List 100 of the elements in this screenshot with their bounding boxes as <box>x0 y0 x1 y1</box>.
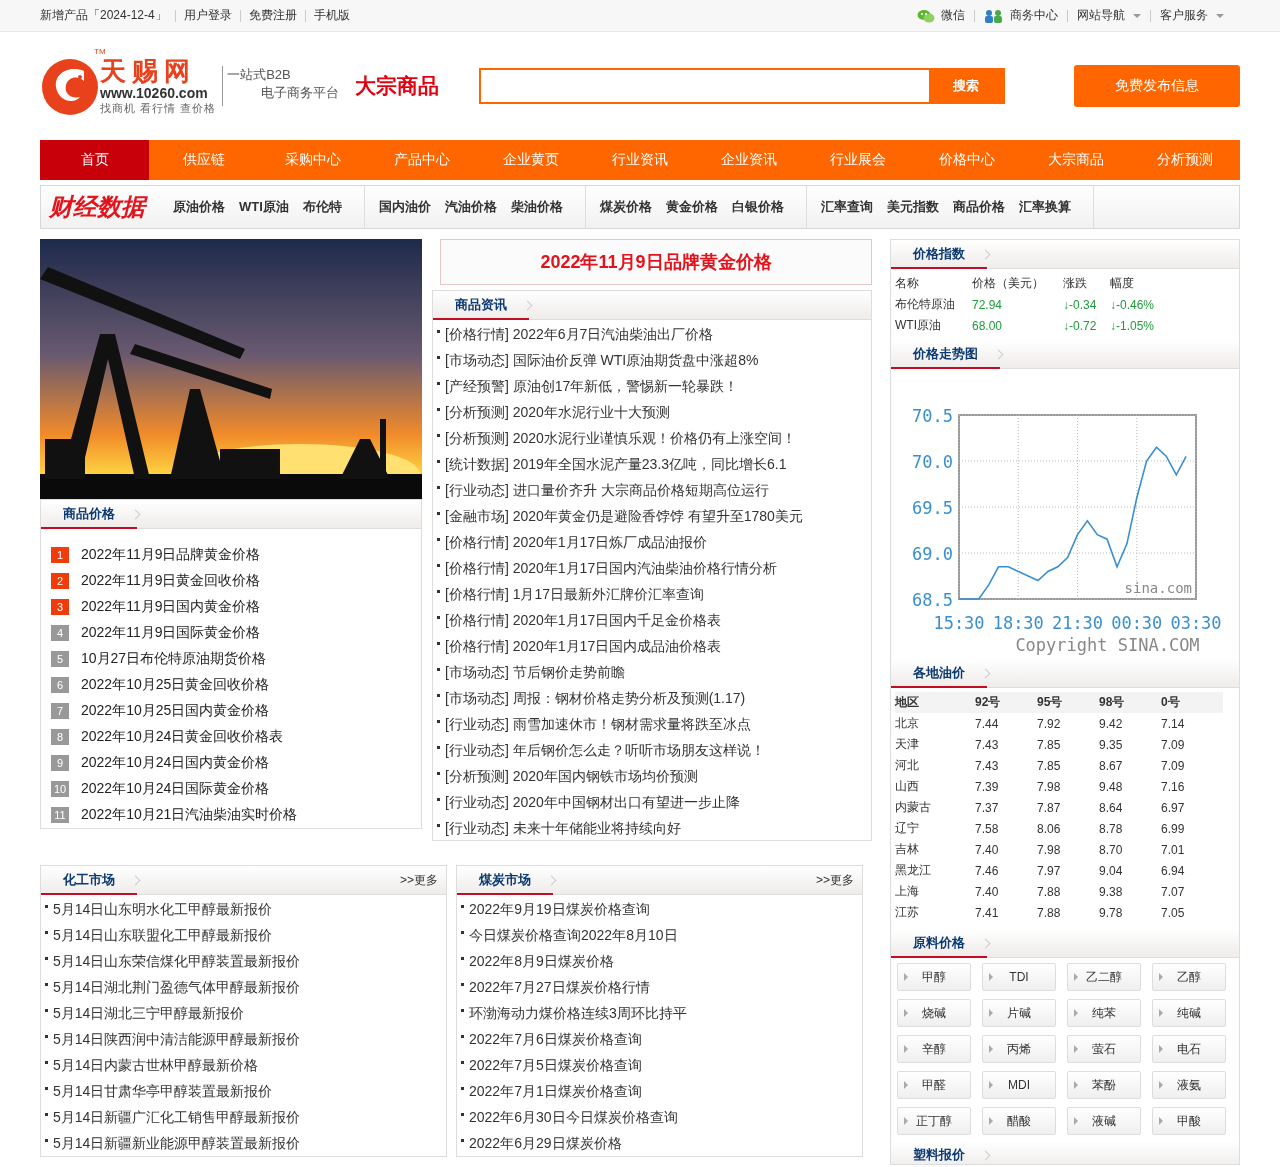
bullet-icon <box>437 824 440 827</box>
finance-link[interactable]: 黄金价格 <box>665 198 718 216</box>
news-link[interactable]: 5月14日湖北三宁甲醇最新报价 <box>53 1005 245 1023</box>
bullet-icon <box>461 1035 464 1038</box>
news-link[interactable]: [分析预测] 2020年水泥行业十大预测 <box>445 404 670 422</box>
top-link[interactable]: 新增产品「2024-12-4」 <box>40 7 167 24</box>
price-link[interactable]: 2022年10月21日汽油柴油实时价格 <box>81 806 298 824</box>
top-link[interactable]: 网站导航 <box>1077 7 1125 24</box>
finance-link[interactable]: 布伦特 <box>302 198 342 216</box>
news-link[interactable]: [行业动态] 雨雪加速休市！钢材需求量将跌至冰点 <box>445 716 751 734</box>
news-link[interactable]: [行业动态] 进口量价齐升 大宗商品价格短期高位运行 <box>445 482 769 500</box>
material-button[interactable]: 片碱 <box>982 999 1056 1027</box>
news-link[interactable]: [价格行情] 2022年6月7日汽油柴油出厂价格 <box>445 326 714 344</box>
price-link[interactable]: 2022年11月9日国内黄金价格 <box>81 598 261 616</box>
news-link[interactable]: 5月14日内蒙古世林甲醇最新价格 <box>53 1057 259 1075</box>
material-button[interactable]: 正丁醇 <box>897 1107 971 1135</box>
material-button[interactable]: 甲醛 <box>897 1071 971 1099</box>
news-link[interactable]: [价格行情] 2020年1月17日国内汽油柴油价格行情分析 <box>445 560 778 578</box>
price-link[interactable]: 2022年11月9日黄金回收价格 <box>81 572 261 590</box>
news-link[interactable]: 5月14日甘肃华亭甲醇装置最新报价 <box>53 1083 273 1101</box>
price-link[interactable]: 10月27日布伦特原油期货价格 <box>81 650 267 668</box>
news-link[interactable]: [市场动态] 周报：钢材价格走势分析及预测(1.17) <box>445 690 746 708</box>
finance-link[interactable]: 汽油价格 <box>444 198 497 216</box>
finance-link[interactable]: 煤炭价格 <box>599 198 652 216</box>
price-link[interactable]: 2022年10月25日黄金回收价格 <box>81 676 270 694</box>
material-button[interactable]: 纯碱 <box>1152 999 1226 1027</box>
finance-link[interactable]: 国内油价 <box>378 198 431 216</box>
top-link[interactable]: 商务中心 <box>1010 7 1058 24</box>
material-button[interactable]: 辛醇 <box>897 1035 971 1063</box>
news-link[interactable]: [产经预警] 原油创17年新低，警惕新一轮暴跌！ <box>445 378 739 396</box>
news-link[interactable]: 5月14日新疆广汇化工销售甲醇最新报价 <box>53 1109 301 1127</box>
top-link[interactable]: 用户登录 <box>183 7 232 24</box>
news-link[interactable]: 2022年7月1日煤炭价格查询 <box>469 1083 642 1101</box>
news-link[interactable]: [市场动态] 国际油价反弹 WTI原油期货盘中涨超8% <box>445 352 759 370</box>
material-button[interactable]: 纯苯 <box>1067 999 1141 1027</box>
news-link[interactable]: 5月14日新疆新业能源甲醇装置最新报价 <box>53 1135 301 1153</box>
more-link[interactable]: >>更多 <box>400 871 446 889</box>
news-link[interactable]: 今日煤炭价格查询2022年8月10日 <box>469 927 678 945</box>
news-link[interactable]: 5月14日山东明水化工甲醇最新报价 <box>53 901 273 919</box>
news-link[interactable]: 5月14日陕西润中清洁能源甲醇最新报价 <box>53 1031 301 1049</box>
finance-link[interactable]: 原油价格 <box>173 198 225 216</box>
news-link[interactable]: [分析预测] 2020水泥行业谨慎乐观！价格仍有上涨空间！ <box>445 430 796 448</box>
top-link[interactable]: 微信 <box>941 7 965 24</box>
news-link[interactable]: 5月14日山东荣信煤化甲醇装置最新报价 <box>53 953 301 971</box>
news-link[interactable]: 2022年6月30日今日煤炭价格查询 <box>469 1109 678 1127</box>
top-link[interactable]: 客户服务 <box>1160 7 1208 24</box>
material-button[interactable]: 液碱 <box>1067 1107 1141 1135</box>
more-link[interactable]: >>更多 <box>816 871 862 889</box>
headline-link[interactable]: 2022年11月9日品牌黄金价格 <box>540 250 772 274</box>
finance-link[interactable]: 商品价格 <box>952 198 1005 216</box>
material-button[interactable]: 丙烯 <box>982 1035 1056 1063</box>
finance-link[interactable]: 美元指数 <box>886 198 939 216</box>
material-button[interactable]: 乙醇 <box>1152 963 1226 991</box>
news-link[interactable]: [市场动态] 节后钢价走势前瞻 <box>445 664 625 682</box>
news-link[interactable]: 2022年6月29日煤炭价格 <box>469 1135 622 1153</box>
material-button[interactable]: 萤石 <box>1067 1035 1141 1063</box>
news-link[interactable]: 2022年9月19日煤炭价格查询 <box>469 901 650 919</box>
material-button[interactable]: 甲醇 <box>897 963 971 991</box>
price-link[interactable]: 2022年11月9日品牌黄金价格 <box>81 546 261 564</box>
material-button[interactable]: MDI <box>982 1071 1056 1099</box>
news-link[interactable]: [行业动态] 年后钢价怎么走？听听市场朋友这样说！ <box>445 742 765 760</box>
material-button[interactable]: 烧碱 <box>897 999 971 1027</box>
news-link[interactable]: [行业动态] 未来十年储能业将持续向好 <box>445 820 681 838</box>
material-button[interactable]: TDI <box>982 963 1056 991</box>
price-link[interactable]: 2022年10月25日国内黄金价格 <box>81 702 270 720</box>
news-link[interactable]: [统计数据] 2019年全国水泥产量23.3亿吨，同比增长6.1 <box>445 456 787 474</box>
nav-tab[interactable]: 首页 <box>40 140 150 180</box>
price-link[interactable]: 2022年10月24日国际黄金价格 <box>81 780 270 798</box>
finance-link[interactable]: 柴油价格 <box>510 198 563 216</box>
material-button[interactable]: 液氨 <box>1152 1071 1226 1099</box>
top-link[interactable]: 免费注册 <box>248 7 297 24</box>
news-link[interactable]: 5月14日湖北荆门盈德气体甲醇最新报价 <box>53 979 301 997</box>
news-link[interactable]: [分析预测] 2020年国内钢铁市场均价预测 <box>445 768 698 786</box>
news-link[interactable]: 环渤海动力煤价格连续3周环比持平 <box>469 1005 687 1023</box>
news-link[interactable]: [价格行情] 2020年1月17日国内千足金价格表 <box>445 612 722 630</box>
price-link[interactable]: 2022年11月9日国际黄金价格 <box>81 624 261 642</box>
material-button[interactable]: 乙二醇 <box>1067 963 1141 991</box>
price-link[interactable]: 2022年10月24日国内黄金价格 <box>81 754 270 772</box>
price-link[interactable]: 2022年10月24日黄金回收价格表 <box>81 728 284 746</box>
news-link[interactable]: [金融市场] 2020年黄金仍是避险香饽饽 有望升至1780美元 <box>445 508 803 526</box>
news-link[interactable]: 2022年7月5日煤炭价格查询 <box>469 1057 642 1075</box>
material-button[interactable]: 苯酚 <box>1067 1071 1141 1099</box>
material-button[interactable]: 甲酸 <box>1152 1107 1226 1135</box>
news-link[interactable]: [价格行情] 2020年1月17日国内成品油价格表 <box>445 638 722 656</box>
news-link[interactable]: 2022年7月6日煤炭价格查询 <box>469 1031 642 1049</box>
news-link[interactable]: [价格行情] 1月17日最新外汇牌价汇率查询 <box>445 586 705 604</box>
section-title: 各地油价 <box>891 659 987 688</box>
news-link[interactable]: 2022年8月9日煤炭价格 <box>469 953 614 971</box>
material-button[interactable]: 醋酸 <box>982 1107 1056 1135</box>
news-link[interactable]: 2022年7月27日煤炭价格行情 <box>469 979 650 997</box>
news-link[interactable]: [价格行情] 2020年1月17日炼厂成品油报价 <box>445 534 708 552</box>
material-button[interactable]: 电石 <box>1152 1035 1226 1063</box>
finance-link[interactable]: 汇率换算 <box>1018 198 1071 216</box>
section-title: 塑料报价 <box>891 1141 987 1164</box>
top-link[interactable]: 手机版 <box>313 7 350 24</box>
finance-link[interactable]: WTI原油 <box>239 198 289 216</box>
finance-link[interactable]: 汇率查询 <box>820 198 873 216</box>
news-link[interactable]: 5月14日山东联盟化工甲醇最新报价 <box>53 927 273 945</box>
finance-link[interactable]: 白银价格 <box>731 198 784 216</box>
news-link[interactable]: [行业动态] 2020年中国钢材出口有望进一步止降 <box>445 794 740 812</box>
